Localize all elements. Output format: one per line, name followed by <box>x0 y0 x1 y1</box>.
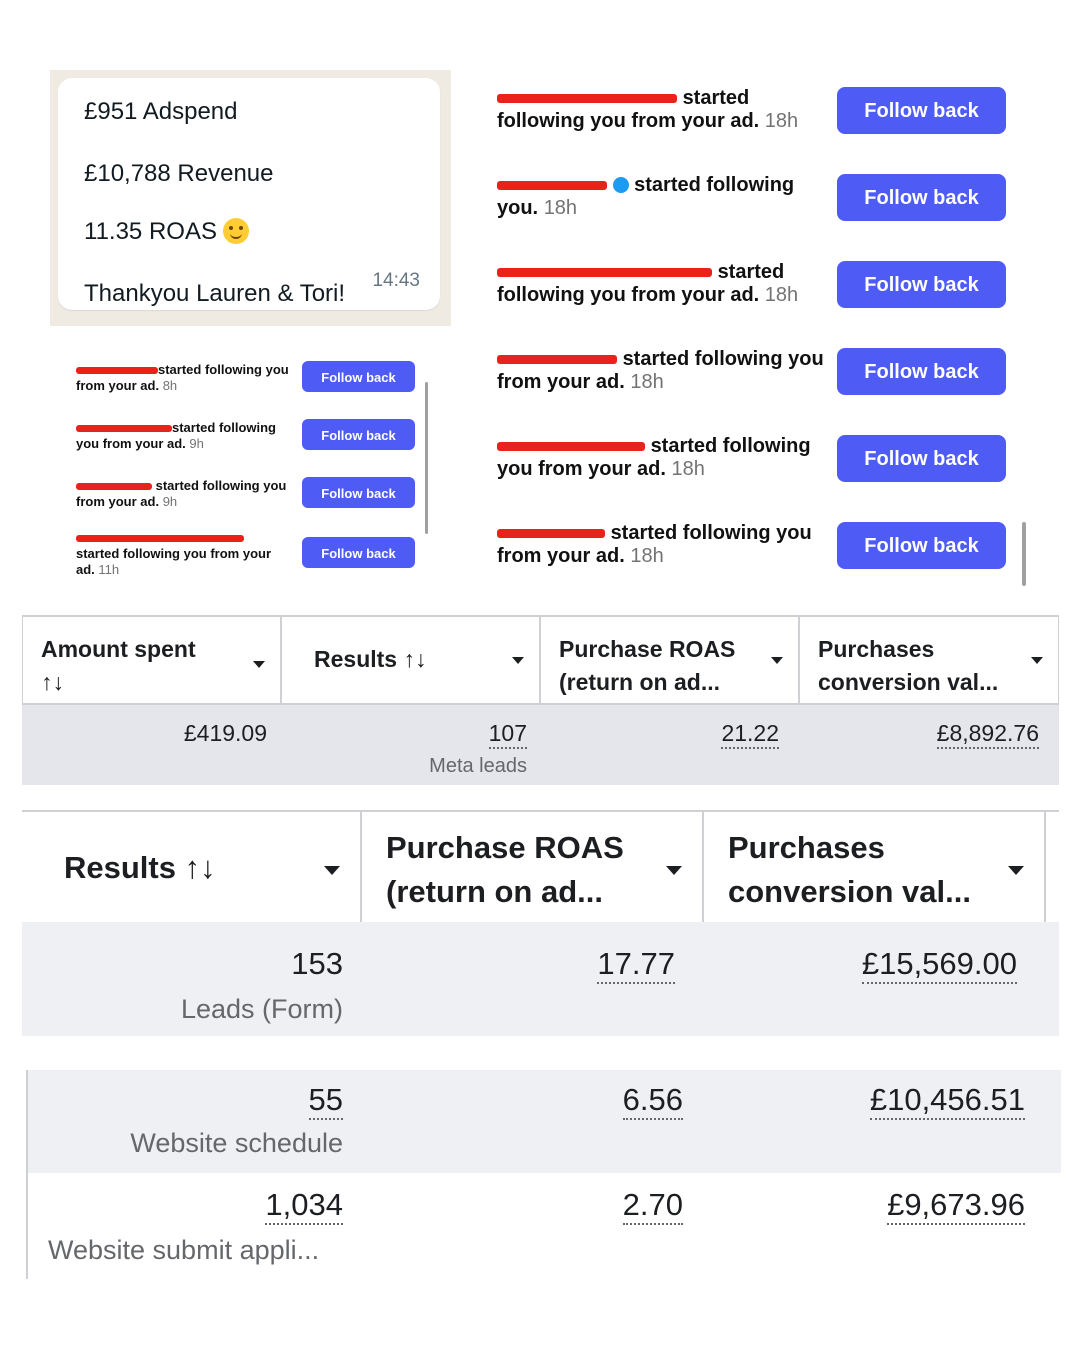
results-value[interactable]: 1,034 <box>265 1187 343 1225</box>
ads-results-table-1: Amount spent ↑↓ Results ↑↓ Purchase ROAS… <box>22 615 1059 785</box>
smiling-face-emoji-icon <box>222 218 249 244</box>
redacted-username <box>76 535 244 543</box>
conversion-value[interactable]: £9,673.96 <box>887 1187 1025 1225</box>
redacted-username <box>76 425 172 433</box>
follow-back-button[interactable]: Follow back <box>302 537 415 568</box>
follow-back-button[interactable]: Follow back <box>837 261 1006 308</box>
follow-back-button[interactable]: Follow back <box>302 361 415 392</box>
column-conversion-value[interactable]: Purchases conversion val... <box>799 617 1059 703</box>
results-value: 153 <box>291 946 343 981</box>
column-results[interactable]: Results ↑↓ <box>281 617 540 703</box>
list-item: started following you from your ad. 9h <box>76 478 287 509</box>
roas-line: 11.35 ROAS <box>84 218 249 246</box>
column-conversion-value[interactable]: Purchases conversion val... <box>704 812 1046 922</box>
dropdown-caret-icon[interactable] <box>666 866 682 875</box>
table-row: 153 Leads (Form) 17.77 £15,569.00 <box>22 922 1059 1036</box>
list-item: started following you from your ad. 9h <box>76 420 276 451</box>
column-results[interactable]: Results ↑↓ <box>22 812 362 922</box>
results-value[interactable]: 107 <box>488 720 527 749</box>
table-row: £419.09 107 Meta leads 21.22 £8,892.76 <box>22 705 1059 785</box>
list-item: started following you from your ad. 18h <box>497 261 799 306</box>
purchase-roas-value[interactable]: 6.56 <box>622 1082 683 1120</box>
dropdown-caret-icon[interactable] <box>771 657 783 664</box>
results-type: Meta leads <box>429 755 527 777</box>
redacted-username <box>497 442 645 452</box>
ads-results-table-2-header: Results ↑↓ Purchase ROAS (return on ad..… <box>22 810 1059 924</box>
follow-back-button[interactable]: Follow back <box>837 174 1006 221</box>
redacted-username <box>76 483 152 491</box>
follow-back-button[interactable]: Follow back <box>837 87 1006 134</box>
list-item: started following you from your ad. 18h <box>497 87 799 132</box>
table-header: Amount spent ↑↓ Results ↑↓ Purchase ROAS… <box>22 615 1059 705</box>
purchase-roas-value[interactable]: 21.22 <box>721 720 779 749</box>
follow-back-button[interactable]: Follow back <box>837 522 1006 569</box>
table-row: 1,034 Website submit appli... 2.70 £9,67… <box>26 1173 1061 1279</box>
roas-text: 11.35 ROAS <box>84 218 217 245</box>
conversion-value[interactable]: £8,892.76 <box>936 720 1039 749</box>
list-item: started following you from your ad. 18h <box>497 435 811 480</box>
redacted-username <box>76 367 158 375</box>
list-item: started following you from your ad. 18h <box>497 522 812 567</box>
follow-back-button[interactable]: Follow back <box>302 477 415 508</box>
list-item: started following you from your ad. 8h <box>76 362 289 393</box>
redacted-username <box>497 268 712 278</box>
scrollbar[interactable] <box>425 382 428 534</box>
message-timestamp: 14:43 <box>372 270 420 291</box>
follow-back-button[interactable]: Follow back <box>302 419 415 450</box>
results-type: Website schedule <box>130 1128 343 1158</box>
results-type: Leads (Form) <box>180 994 343 1024</box>
redacted-username <box>497 181 607 191</box>
amount-spent-value: £419.09 <box>183 720 267 746</box>
conversion-value[interactable]: £15,569.00 <box>861 946 1017 984</box>
redacted-username <box>497 529 605 539</box>
dropdown-caret-icon[interactable] <box>512 657 524 664</box>
redacted-username <box>497 94 677 104</box>
verified-badge-icon <box>612 177 629 193</box>
whatsapp-screenshot: £951 Adspend £10,788 Revenue 11.35 ROAS … <box>50 70 451 326</box>
list-item: started following you. 18h <box>497 174 795 219</box>
follow-back-button[interactable]: Follow back <box>837 435 1006 482</box>
dropdown-caret-icon[interactable] <box>324 866 340 875</box>
list-item: started following you from your ad. 11h <box>76 530 291 578</box>
dropdown-caret-icon[interactable] <box>1031 657 1043 664</box>
column-purchase-roas[interactable]: Purchase ROAS (return on ad... <box>540 617 799 703</box>
column-amount-spent[interactable]: Amount spent ↑↓ <box>22 617 281 703</box>
results-type: Website submit appli... <box>48 1235 320 1265</box>
column-purchase-roas[interactable]: Purchase ROAS (return on ad... <box>362 812 704 922</box>
redacted-username <box>497 355 617 365</box>
list-item: started following you from your ad. 18h <box>497 348 824 393</box>
revenue-line: £10,788 Revenue <box>84 160 274 187</box>
thanks-line: Thankyou Lauren & Tori! <box>84 280 346 307</box>
dropdown-caret-icon[interactable] <box>253 661 265 668</box>
conversion-value[interactable]: £10,456.51 <box>869 1082 1025 1120</box>
purchase-roas-value[interactable]: 2.70 <box>622 1187 683 1225</box>
results-value[interactable]: 55 <box>308 1082 343 1120</box>
dropdown-caret-icon[interactable] <box>1008 866 1024 875</box>
scrollbar[interactable] <box>1022 522 1026 586</box>
chat-message-bubble: £951 Adspend £10,788 Revenue 11.35 ROAS … <box>58 78 440 310</box>
table-row: 55 Website schedule 6.56 £10,456.51 <box>26 1070 1061 1173</box>
purchase-roas-value[interactable]: 17.77 <box>597 946 675 984</box>
follow-back-button[interactable]: Follow back <box>837 348 1006 395</box>
adspend-line: £951 Adspend <box>84 98 238 125</box>
